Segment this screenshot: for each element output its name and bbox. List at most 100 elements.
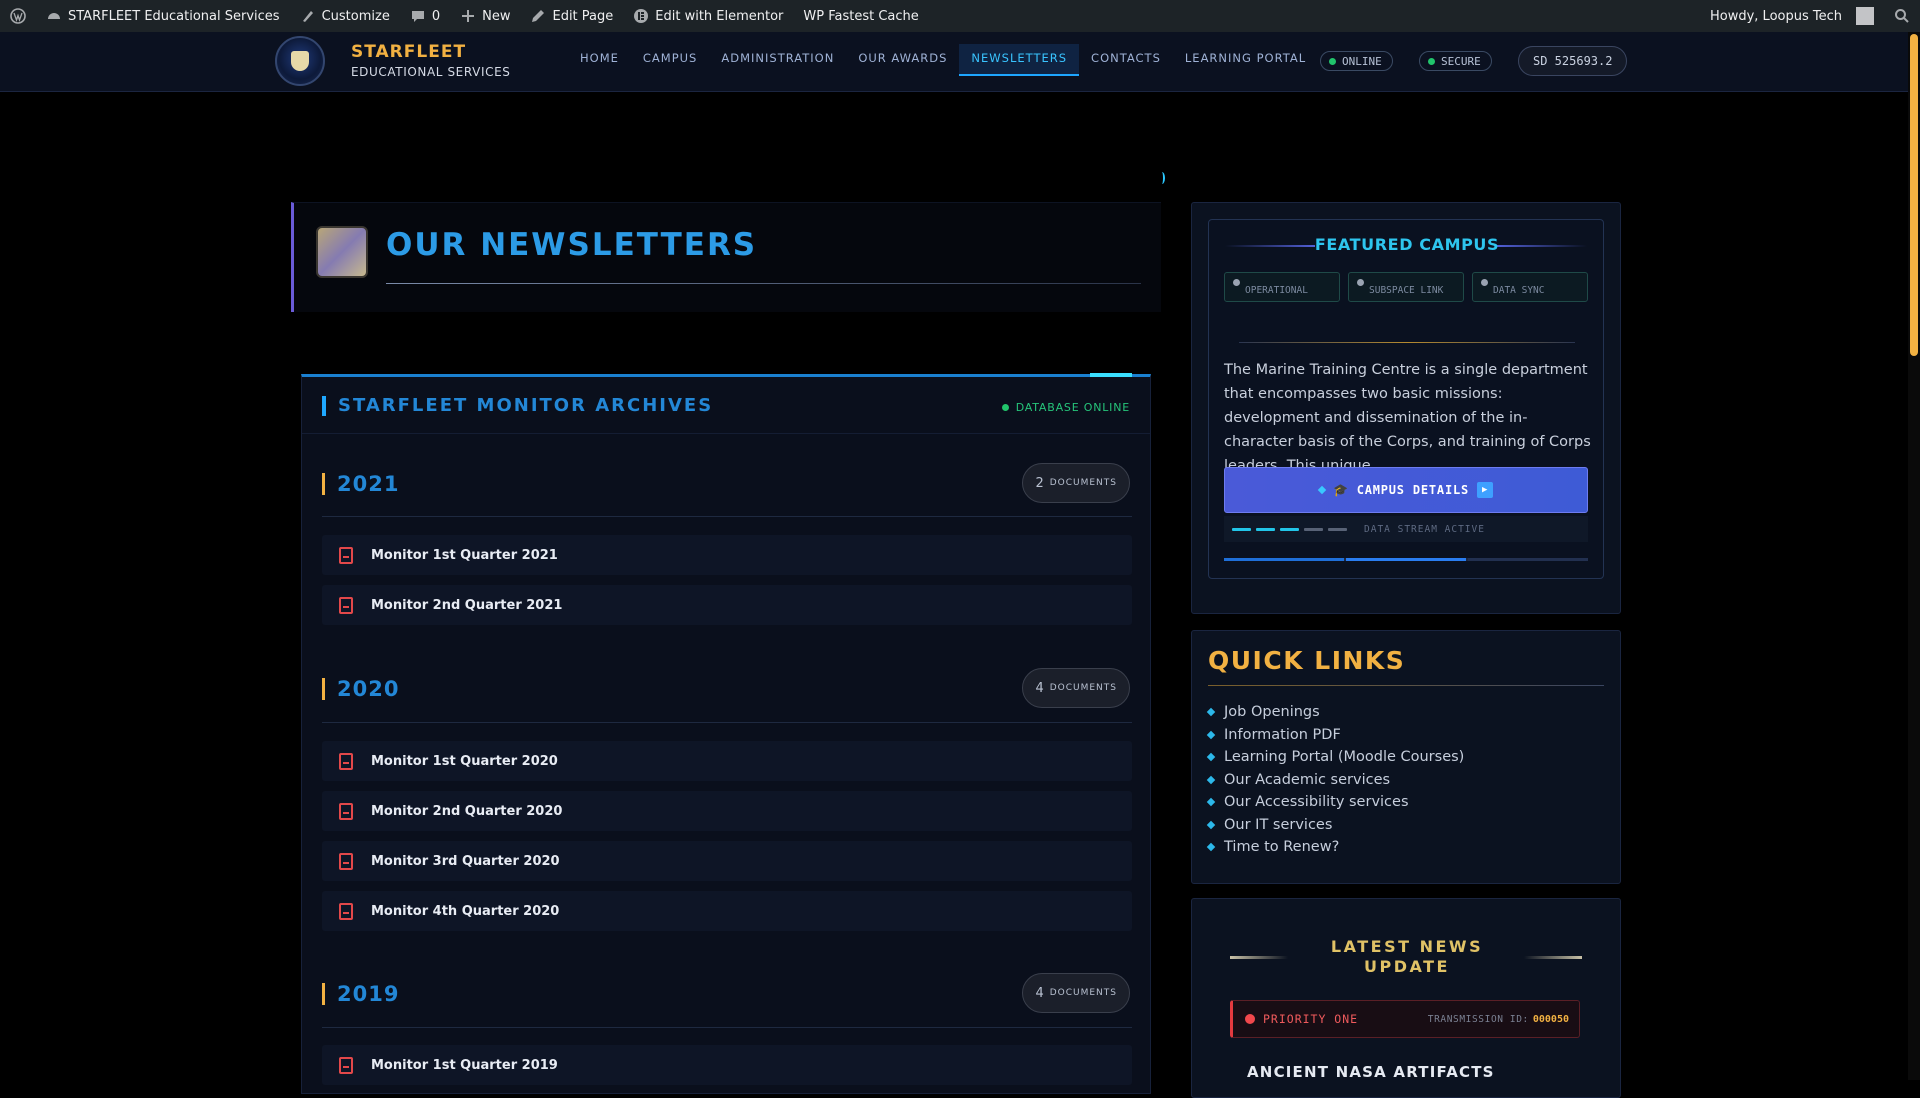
scrollbar-thumb[interactable] — [1910, 34, 1918, 356]
diamond-bullet-icon — [1206, 820, 1216, 829]
document-row[interactable]: Monitor 1st Quarter 2021 — [322, 535, 1132, 575]
online-dot-icon — [1329, 57, 1336, 65]
status-online-badge: ONLINE — [1320, 51, 1393, 71]
nav-our-awards[interactable]: OUR AWARDS — [846, 44, 959, 76]
status-secure-badge: SECURE — [1419, 51, 1492, 71]
document-count-label: DOCUMENTS — [1049, 683, 1117, 693]
archive-divider — [302, 433, 1150, 434]
edit-page-link[interactable]: Edit Page — [520, 0, 623, 32]
howdy-label: Howdy, Loopus Tech — [1709, 8, 1842, 24]
quick-link-learning-portal[interactable]: Learning Portal (Moodle Courses) — [1206, 746, 1465, 769]
panel-glow — [1090, 373, 1132, 377]
chip-dot-icon — [1357, 279, 1364, 286]
document-row[interactable]: Monitor 2nd Quarter 2020 — [322, 791, 1132, 831]
quick-link-academic-services[interactable]: Our Academic services — [1206, 769, 1464, 792]
priority-label: PRIORITY ONE — [1263, 1012, 1359, 1026]
elementor-icon — [634, 9, 649, 23]
diamond-bullet-icon — [1206, 798, 1216, 807]
site-header: STARFLEET EDUCATIONAL SERVICES HOME CAMP… — [0, 32, 1908, 92]
quick-links-list: Job Openings Information PDF Learning Po… — [1206, 701, 1465, 859]
cache-link[interactable]: WP Fastest Cache — [793, 0, 928, 32]
transmission-id: 000050 — [1532, 1013, 1569, 1025]
year-heading-2020: 2020 — [322, 677, 399, 701]
quick-links-widget: QUICK LINKS Job Openings Information PDF… — [1191, 630, 1621, 884]
admin-search-button[interactable] — [1884, 0, 1920, 32]
wordpress-logo-button[interactable] — [0, 0, 36, 32]
document-name: Monitor 1st Quarter 2019 — [371, 1057, 558, 1073]
cache-label: WP Fastest Cache — [803, 8, 919, 24]
site-logo[interactable] — [275, 36, 325, 86]
status-chip-operational: OPERATIONAL — [1224, 272, 1340, 302]
account-menu[interactable]: Howdy, Loopus Tech — [1700, 0, 1884, 32]
year-accent-bar — [322, 678, 325, 700]
status-chip-data-sync: DATA SYNC — [1472, 272, 1588, 302]
diamond-icon — [1317, 485, 1327, 495]
customize-link[interactable]: Customize — [290, 0, 400, 32]
chip-label: OPERATIONAL — [1245, 285, 1308, 296]
nav-newsletters[interactable]: NEWSLETTERS — [959, 44, 1080, 76]
edit-elementor-link[interactable]: Edit with Elementor — [623, 0, 793, 32]
transmission-label: TRANSMISSION ID: — [1427, 1013, 1529, 1025]
stream-segment — [1232, 527, 1251, 531]
edit-elementor-label: Edit with Elementor — [655, 8, 784, 24]
title-divider — [386, 283, 1141, 284]
archive-panel: STARFLEET MONITOR ARCHIVES DATABASE ONLI… — [301, 373, 1151, 1094]
latest-news-widget: LATEST NEWS UPDATE PRIORITY ONE TRANSMIS… — [1191, 898, 1621, 1098]
quick-links-divider — [1208, 685, 1604, 686]
document-row[interactable]: Monitor 1st Quarter 2019 — [322, 1045, 1132, 1085]
quick-link-it-services[interactable]: Our IT services — [1206, 814, 1464, 837]
status-chip-subspace: SUBSPACE LINK — [1348, 272, 1464, 302]
quick-link-time-to-renew[interactable]: Time to Renew? — [1206, 836, 1464, 859]
featured-campus-widget: FEATURED CAMPUS OPERATIONAL SUBSPACE LIN… — [1191, 202, 1621, 614]
nav-home[interactable]: HOME — [568, 44, 631, 76]
stardate-display: SD 525693.2 — [1518, 46, 1628, 76]
quick-link-accessibility-services[interactable]: Our Accessibility services — [1206, 791, 1464, 814]
slide-indicator[interactable] — [1224, 558, 1344, 561]
year-label: 2020 — [337, 677, 400, 701]
comments-link[interactable]: 0 — [400, 0, 450, 32]
slide-indicator[interactable] — [1468, 558, 1588, 561]
nav-administration[interactable]: ADMINISTRATION — [709, 44, 846, 76]
year-divider — [322, 1027, 1132, 1028]
customize-label: Customize — [321, 8, 390, 24]
site-name-link[interactable]: STARFLEET Educational Services — [36, 0, 290, 32]
featured-campus-card: FEATURED CAMPUS OPERATIONAL SUBSPACE LIN… — [1208, 219, 1604, 579]
brand-name[interactable]: STARFLEET — [351, 42, 466, 62]
avatar — [1856, 7, 1874, 25]
document-count: 4 — [1035, 680, 1044, 696]
document-row[interactable]: Monitor 3rd Quarter 2020 — [322, 841, 1132, 881]
document-row[interactable]: Monitor 2nd Quarter 2021 — [322, 585, 1132, 625]
campus-details-button[interactable]: 🎓 CAMPUS DETAILS ▶ — [1224, 467, 1588, 513]
diamond-bullet-icon — [1206, 730, 1216, 739]
pencil-icon — [532, 10, 545, 22]
pdf-icon — [339, 902, 353, 920]
featured-divider — [1239, 342, 1575, 343]
pdf-icon — [339, 1056, 353, 1074]
slide-indicator[interactable] — [1346, 558, 1466, 561]
quick-link-label: Our Accessibility services — [1224, 794, 1409, 811]
heading-accent-bar — [322, 395, 326, 416]
nav-contacts[interactable]: CONTACTS — [1079, 44, 1173, 76]
year-divider — [322, 722, 1132, 723]
alert-dot-icon — [1245, 1014, 1255, 1024]
document-name: Monitor 2nd Quarter 2021 — [371, 597, 563, 613]
year-divider — [322, 516, 1132, 517]
quick-link-job-openings[interactable]: Job Openings — [1206, 701, 1464, 724]
page-title: OUR NEWSLETTERS — [386, 227, 758, 263]
comment-icon — [411, 11, 424, 22]
new-content-link[interactable]: New — [450, 0, 520, 32]
search-icon — [1895, 9, 1909, 23]
document-row[interactable]: Monitor 4th Quarter 2020 — [322, 891, 1132, 931]
main-nav: HOME CAMPUS ADMINISTRATION OUR AWARDS NE… — [568, 44, 1318, 76]
diamond-bullet-icon — [1206, 843, 1216, 852]
quick-link-label: Our IT services — [1224, 816, 1333, 833]
news-headline[interactable]: ANCIENT NASA ARTIFACTS — [1247, 1063, 1495, 1081]
quick-link-information-pdf[interactable]: Information PDF — [1206, 724, 1464, 747]
nav-learning-portal[interactable]: LEARNING PORTAL — [1173, 44, 1318, 76]
chip-label: DATA SYNC — [1493, 285, 1545, 296]
document-row[interactable]: Monitor 1st Quarter 2020 — [322, 741, 1132, 781]
quick-link-label: Learning Portal (Moodle Courses) — [1224, 749, 1465, 766]
nav-campus[interactable]: CAMPUS — [631, 44, 709, 76]
diamond-bullet-icon — [1206, 708, 1216, 717]
loading-spinner-icon — [1159, 172, 1165, 184]
